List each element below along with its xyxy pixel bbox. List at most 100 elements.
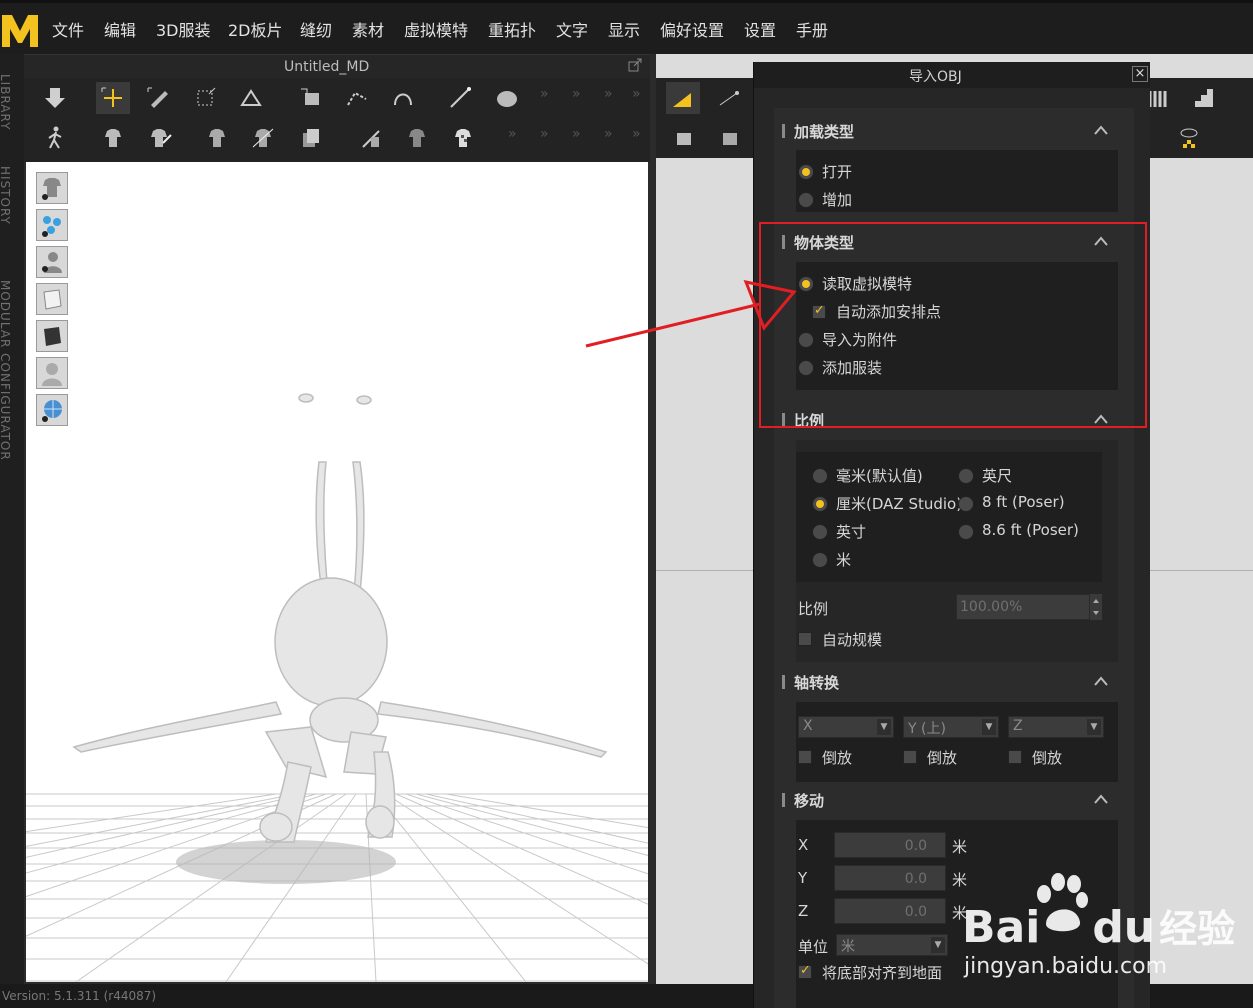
fold-tool[interactable]: [234, 82, 268, 114]
2d-tool-b[interactable]: [1188, 82, 1222, 114]
tab-history[interactable]: HISTORY: [0, 166, 12, 225]
radio-86ft-poser[interactable]: [958, 524, 974, 540]
tape-tool[interactable]: [490, 82, 524, 114]
ratio-spinner[interactable]: [1090, 594, 1102, 620]
menu-file[interactable]: 文件: [52, 17, 84, 41]
viewport-3d[interactable]: [26, 162, 648, 982]
checkbox-align-floor[interactable]: [798, 963, 812, 979]
chevron-up-icon[interactable]: [1094, 676, 1108, 686]
select-move-tool[interactable]: [96, 82, 130, 114]
toolbar-more-7[interactable]: »: [572, 126, 581, 142]
section-move[interactable]: 移动: [782, 785, 1118, 815]
radio-mm-label: 毫米(默认值): [836, 467, 923, 485]
radio-add[interactable]: [798, 192, 814, 208]
garment-select-tool[interactable]: [96, 122, 130, 154]
radio-8ft-poser[interactable]: [958, 496, 974, 512]
2d-tool-c[interactable]: [1172, 122, 1206, 154]
checkbox-invert-y[interactable]: [903, 750, 917, 764]
dialog-titlebar[interactable]: 导入OBJ ×: [754, 62, 1150, 88]
move-z-input[interactable]: 0.0: [834, 898, 946, 924]
menu-preferences[interactable]: 偏好设置: [660, 17, 724, 41]
view-particles-toggle[interactable]: [36, 209, 68, 241]
move-y-input[interactable]: 0.0: [834, 865, 946, 891]
move-x-input[interactable]: 0.0: [834, 832, 946, 858]
chevron-up-icon[interactable]: [1094, 125, 1108, 135]
curve-tool[interactable]: [386, 82, 420, 114]
close-button[interactable]: ×: [1132, 66, 1148, 82]
segment-tool[interactable]: [340, 82, 374, 114]
section-axis[interactable]: 轴转换: [782, 667, 1118, 697]
curve-icon: [394, 93, 412, 106]
menu-3d-garment[interactable]: 3D服装: [156, 17, 211, 41]
ratio-input[interactable]: 100.00%: [956, 594, 1090, 620]
menu-display[interactable]: 显示: [608, 17, 640, 41]
view-texture-toggle[interactable]: [36, 320, 68, 352]
radio-mm[interactable]: [812, 468, 828, 484]
chevron-down-icon: ▼: [931, 937, 945, 953]
view-avatar-toggle[interactable]: [36, 246, 68, 278]
avatar-model[interactable]: [72, 393, 608, 843]
garment-fit-tool[interactable]: [200, 122, 234, 154]
layer-tool[interactable]: [294, 122, 328, 154]
checkbox-invert-x[interactable]: [798, 750, 812, 764]
axis-body: X ▼ Y (上) ▼ Z ▼ 倒放 倒放 倒放: [796, 702, 1118, 782]
menu-retopology[interactable]: 重拓扑: [488, 17, 536, 41]
menu-settings[interactable]: 设置: [744, 17, 776, 41]
section-load-type[interactable]: 加载类型: [782, 116, 1118, 146]
radio-open[interactable]: [798, 164, 814, 180]
transform-tool[interactable]: [188, 82, 222, 114]
view-environment-toggle[interactable]: [36, 394, 68, 426]
toolbar-more-9[interactable]: »: [632, 126, 641, 142]
axis-x-select[interactable]: X ▼: [798, 716, 894, 738]
2d-arrange-tool[interactable]: [666, 122, 700, 154]
popout-icon[interactable]: [628, 58, 642, 72]
sewing-tool[interactable]: [354, 122, 388, 154]
stairs-icon: [1195, 89, 1213, 107]
toolbar-more-4[interactable]: »: [632, 86, 641, 102]
view-pattern-toggle[interactable]: [36, 283, 68, 315]
app-logo-icon[interactable]: [0, 7, 40, 51]
2d-select-tool[interactable]: [666, 82, 700, 114]
radio-inch[interactable]: [812, 524, 828, 540]
garment-cut-tool[interactable]: [246, 122, 280, 154]
checkbox-invert-z[interactable]: [1008, 750, 1022, 764]
2d-edit-point-tool[interactable]: [712, 82, 746, 114]
avatar-pose-tool[interactable]: [38, 122, 72, 154]
menu-edit[interactable]: 编辑: [104, 17, 136, 41]
pin-tool[interactable]: [444, 82, 478, 114]
tab-library[interactable]: LIBRARY: [0, 74, 12, 130]
toolbar-more-2[interactable]: »: [572, 86, 581, 102]
menu-materials[interactable]: 素材: [352, 17, 384, 41]
select-mesh-tool[interactable]: [142, 82, 176, 114]
fall-down-tool[interactable]: [38, 82, 72, 114]
2d-segment-tool[interactable]: [712, 122, 746, 154]
arrange-tool[interactable]: [294, 82, 328, 114]
checkbox-auto-scale[interactable]: [798, 632, 812, 646]
layers-icon: [303, 129, 319, 147]
toolbar-more-1[interactable]: »: [540, 86, 549, 102]
axis-z-select[interactable]: Z ▼: [1008, 716, 1104, 738]
menu-text[interactable]: 文字: [556, 17, 588, 41]
radio-open-label: 打开: [822, 163, 853, 181]
garment-edit-tool[interactable]: [142, 122, 176, 154]
menu-sewing[interactable]: 缝纫: [300, 17, 332, 41]
tab-modular-configurator[interactable]: MODULAR CONFIGURATOR: [0, 280, 12, 461]
view-garment-toggle[interactable]: [36, 172, 68, 204]
radio-meter[interactable]: [812, 552, 828, 568]
menu-manual[interactable]: 手册: [796, 17, 828, 41]
unit-select[interactable]: 米 ▼: [836, 934, 948, 956]
menu-2d-pattern[interactable]: 2D板片: [228, 17, 283, 41]
toolbar-more-8[interactable]: »: [604, 126, 613, 142]
watermark-brand: Bai du 经验: [962, 898, 1235, 953]
radio-feet[interactable]: [958, 468, 974, 484]
view-avatar-shape-toggle[interactable]: [36, 357, 68, 389]
checker-tool[interactable]: [446, 122, 480, 154]
axis-y-select[interactable]: Y (上) ▼: [903, 716, 999, 738]
radio-cm[interactable]: [812, 496, 828, 512]
toolbar-more-3[interactable]: »: [604, 86, 613, 102]
menu-avatar[interactable]: 虚拟模特: [404, 17, 468, 41]
toolbar-more-6[interactable]: »: [540, 126, 549, 142]
toolbar-more-5[interactable]: »: [508, 126, 517, 142]
pattern-tool[interactable]: [400, 122, 434, 154]
chevron-up-icon[interactable]: [1094, 794, 1108, 804]
